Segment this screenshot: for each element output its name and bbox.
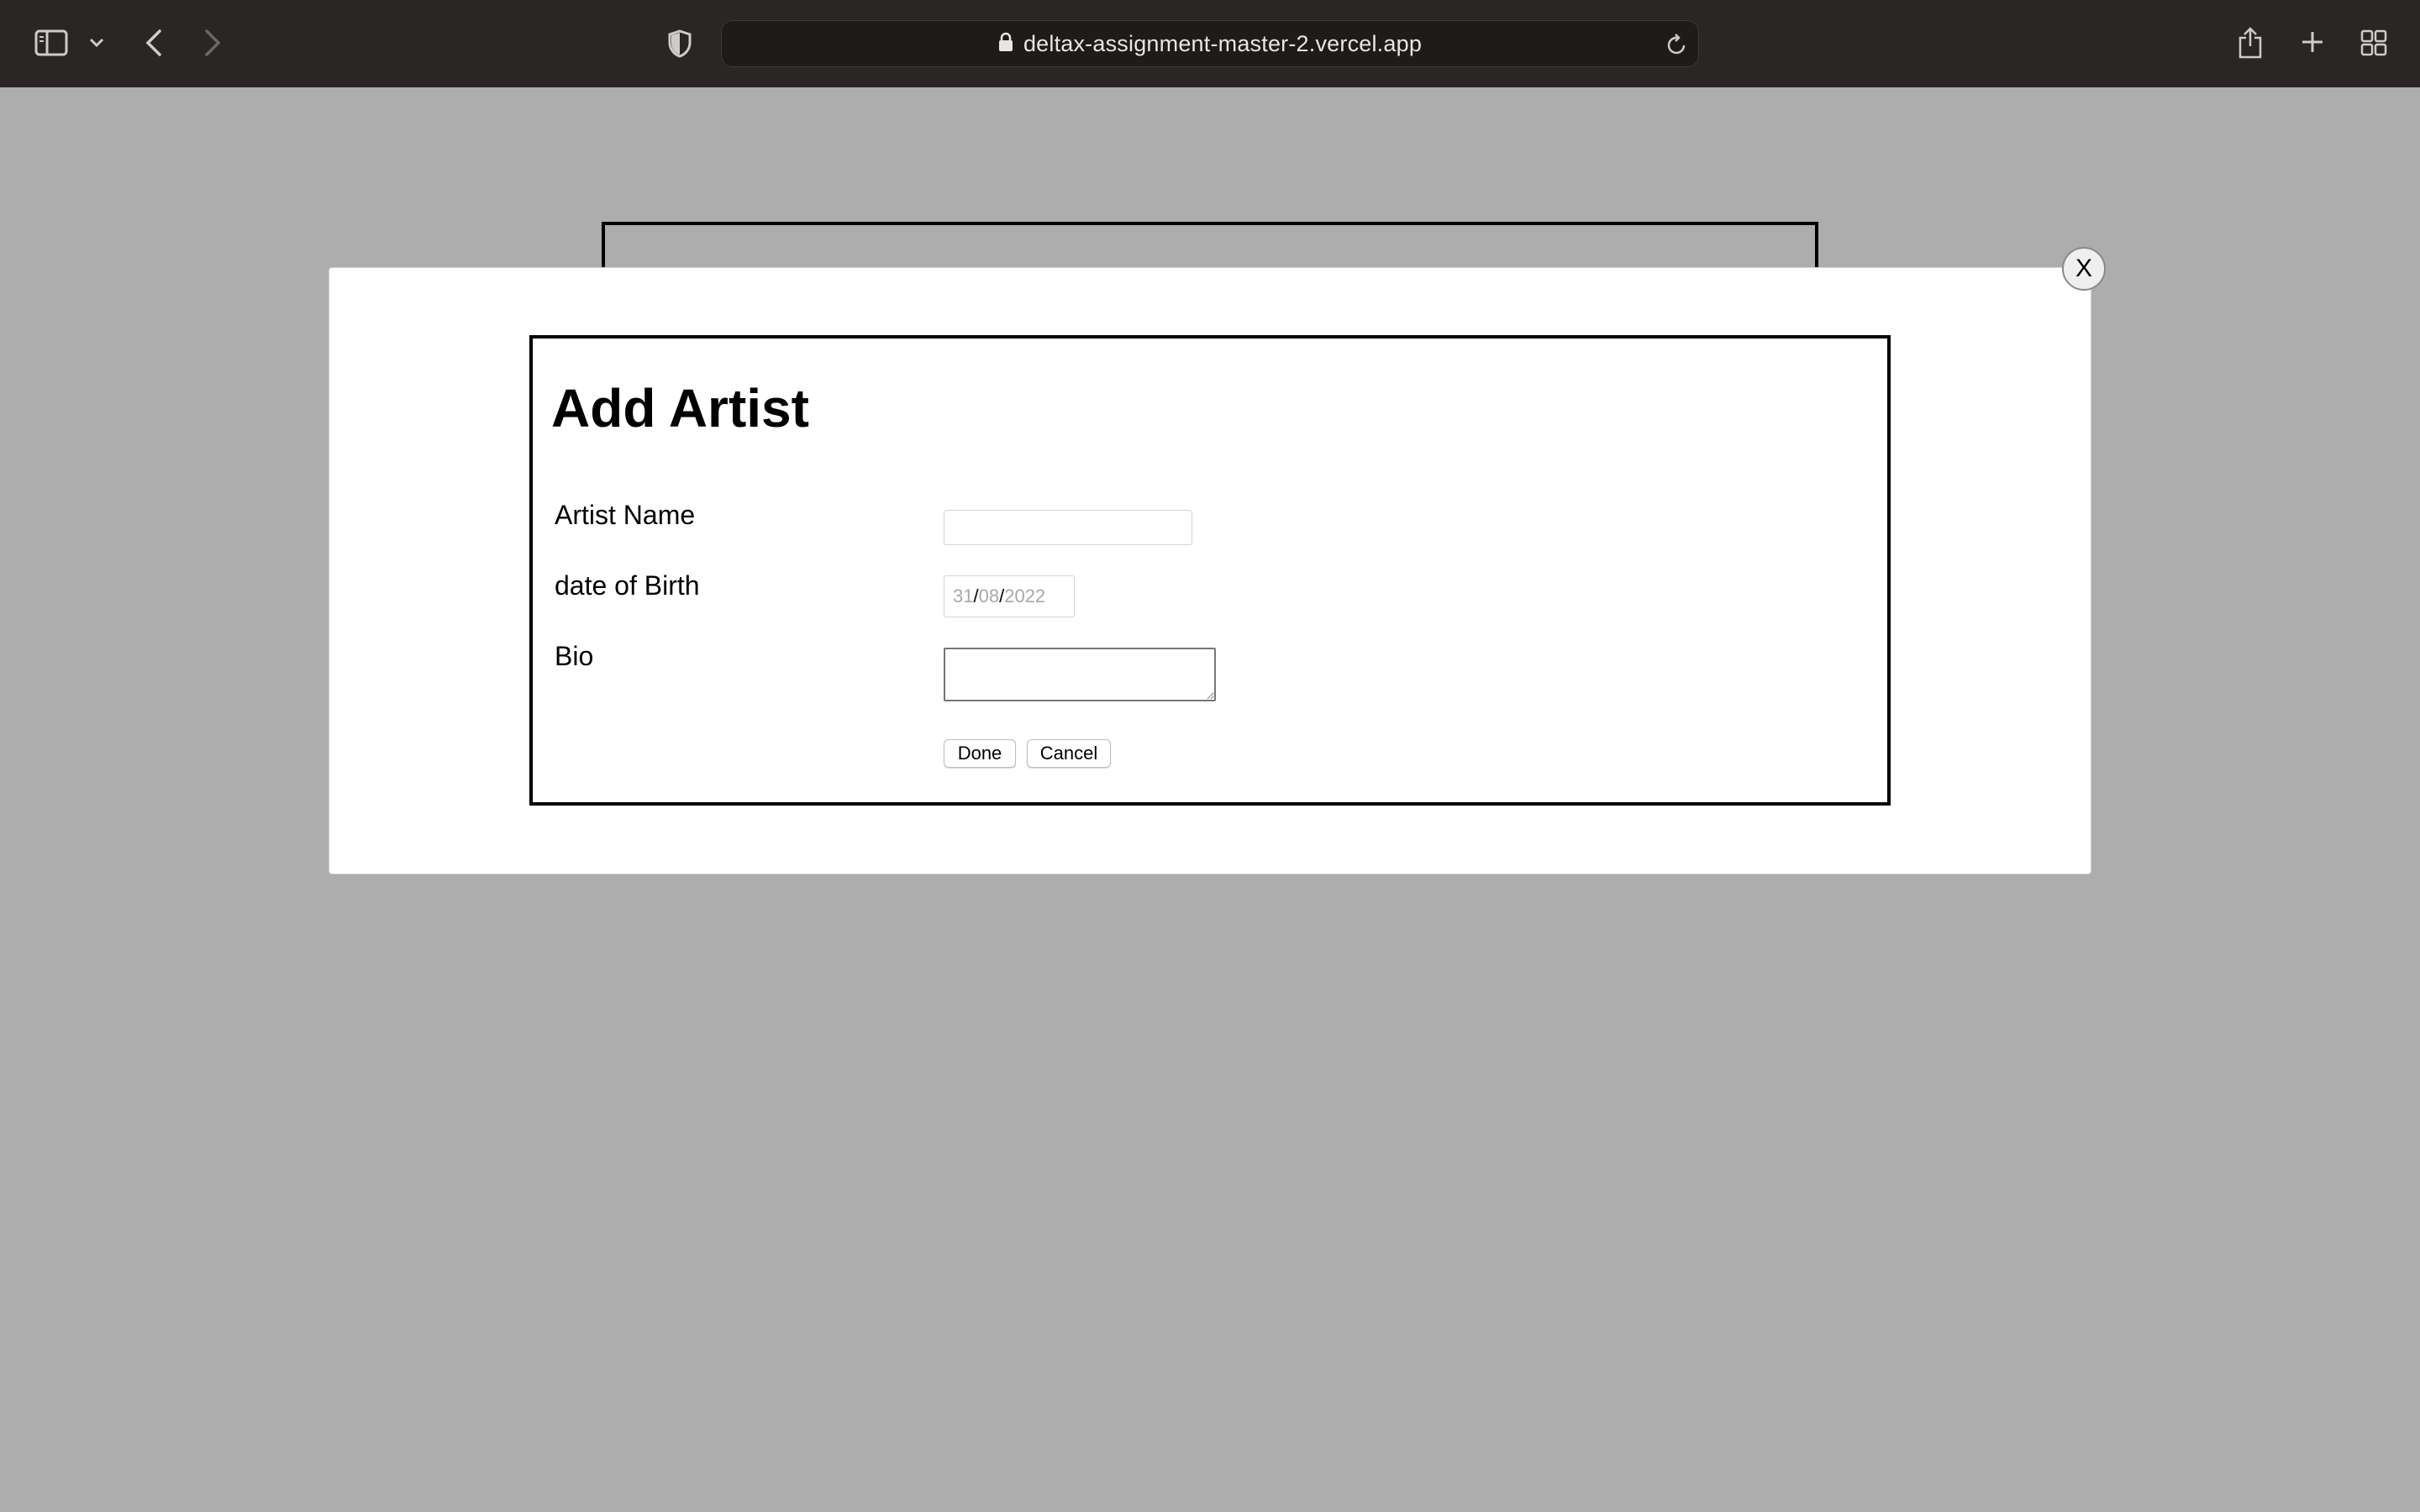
form-title: Add Artist [551,378,809,438]
share-icon[interactable] [2235,25,2265,60]
dob-year: 2022 [1004,585,1046,606]
close-button[interactable]: X [2062,247,2106,291]
date-of-birth-label: date of Birth [555,570,700,601]
done-button[interactable]: Done [944,739,1016,768]
dob-day: 31 [953,585,974,606]
sidebar-toggle-icon[interactable] [34,29,69,57]
bio-label: Bio [555,641,594,671]
new-tab-icon[interactable] [2299,29,2326,55]
tab-overview-icon[interactable] [2360,29,2388,57]
artist-name-label: Artist Name [555,500,696,530]
date-of-birth-input[interactable]: 31 / 08 / 2022 [944,575,1075,617]
lock-icon [998,32,1013,56]
bio-textarea[interactable] [944,648,1216,701]
forward-icon[interactable] [200,27,225,59]
privacy-shield-icon[interactable] [666,29,694,59]
reload-icon[interactable] [1666,33,1688,60]
add-artist-form: Add Artist Artist Name date of Birth 31 … [529,335,1891,806]
browser-toolbar: deltax-assignment-master-2.vercel.app [0,0,2420,87]
back-icon[interactable] [141,27,166,59]
artist-name-input[interactable] [944,510,1192,545]
dob-month: 08 [978,585,1000,606]
url-text: deltax-assignment-master-2.vercel.app [1023,30,1423,56]
address-bar[interactable]: deltax-assignment-master-2.vercel.app [721,20,1699,67]
cancel-button[interactable]: Cancel [1027,739,1111,768]
chevron-down-icon[interactable] [87,35,106,50]
